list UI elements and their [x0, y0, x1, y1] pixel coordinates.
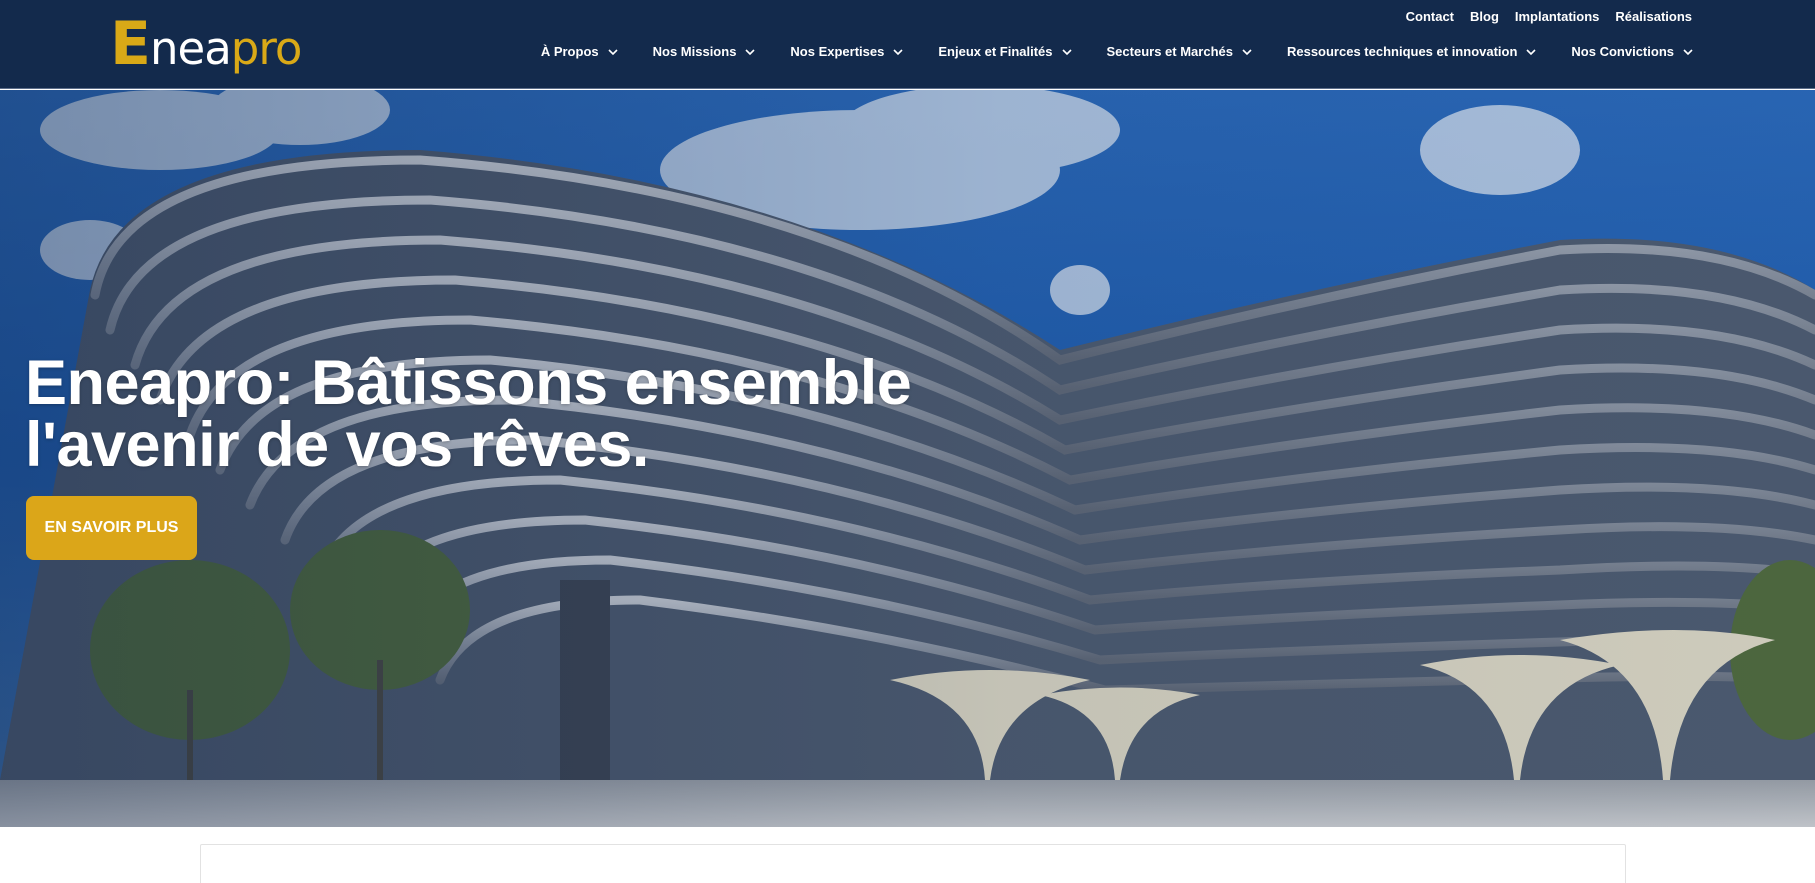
nav-item-label: À Propos: [540, 44, 599, 59]
site-header: Eneapro Contact Blog Implantations Réali…: [0, 0, 1815, 89]
nav-item-a-propos[interactable]: À Propos: [541, 44, 619, 59]
main-nav: À Propos Nos Missions Nos Expertises Enj…: [541, 44, 1694, 59]
top-link-blog[interactable]: Blog: [1470, 9, 1499, 24]
nav-item-secteurs-et-marches[interactable]: Secteurs et Marchés: [1107, 44, 1253, 59]
nav-item-label: Nos Missions: [652, 44, 737, 59]
chevron-down-icon: [1061, 48, 1072, 55]
chevron-down-icon: [893, 48, 903, 55]
nav-item-label: Secteurs et Marchés: [1106, 44, 1233, 59]
nav-item-nos-convictions[interactable]: Nos Convictions: [1571, 44, 1694, 59]
nav-item-enjeux-et-finalites[interactable]: Enjeux et Finalités: [938, 44, 1072, 59]
nav-item-label: Nos Expertises: [790, 44, 885, 59]
chevron-down-icon: [1683, 48, 1693, 55]
chevron-down-icon: [745, 48, 755, 55]
nav-item-label: Enjeux et Finalités: [938, 44, 1053, 59]
logo-nea: nea: [150, 22, 232, 75]
site-logo[interactable]: Eneapro: [110, 6, 320, 78]
hero-banner: Eneapro: Bâtissons ensemble l'avenir de …: [0, 90, 1815, 827]
nav-item-nos-missions[interactable]: Nos Missions: [653, 44, 757, 59]
logo-wordmark: Eneapro: [110, 14, 303, 75]
nav-item-label: Ressources techniques et innovation: [1286, 44, 1518, 59]
top-link-contact[interactable]: Contact: [1406, 9, 1454, 24]
top-link-realisations[interactable]: Réalisations: [1615, 9, 1692, 24]
logo-pro: pro: [230, 22, 303, 75]
logo-letter-e: E: [110, 9, 151, 79]
nav-item-nos-expertises[interactable]: Nos Expertises: [790, 44, 904, 59]
nav-item-label: Nos Convictions: [1571, 44, 1674, 59]
content-card: [200, 844, 1626, 883]
nav-item-ressources-techniques[interactable]: Ressources techniques et innovation: [1287, 44, 1537, 59]
utility-nav: Contact Blog Implantations Réalisations: [1406, 9, 1692, 24]
chevron-down-icon: [1242, 48, 1252, 55]
chevron-down-icon: [1526, 48, 1536, 55]
learn-more-button[interactable]: EN SAVOIR PLUS: [26, 496, 197, 560]
chevron-down-icon: [608, 48, 618, 55]
hero-title: Eneapro: Bâtissons ensemble l'avenir de …: [25, 348, 912, 480]
top-link-implantations[interactable]: Implantations: [1515, 9, 1600, 24]
